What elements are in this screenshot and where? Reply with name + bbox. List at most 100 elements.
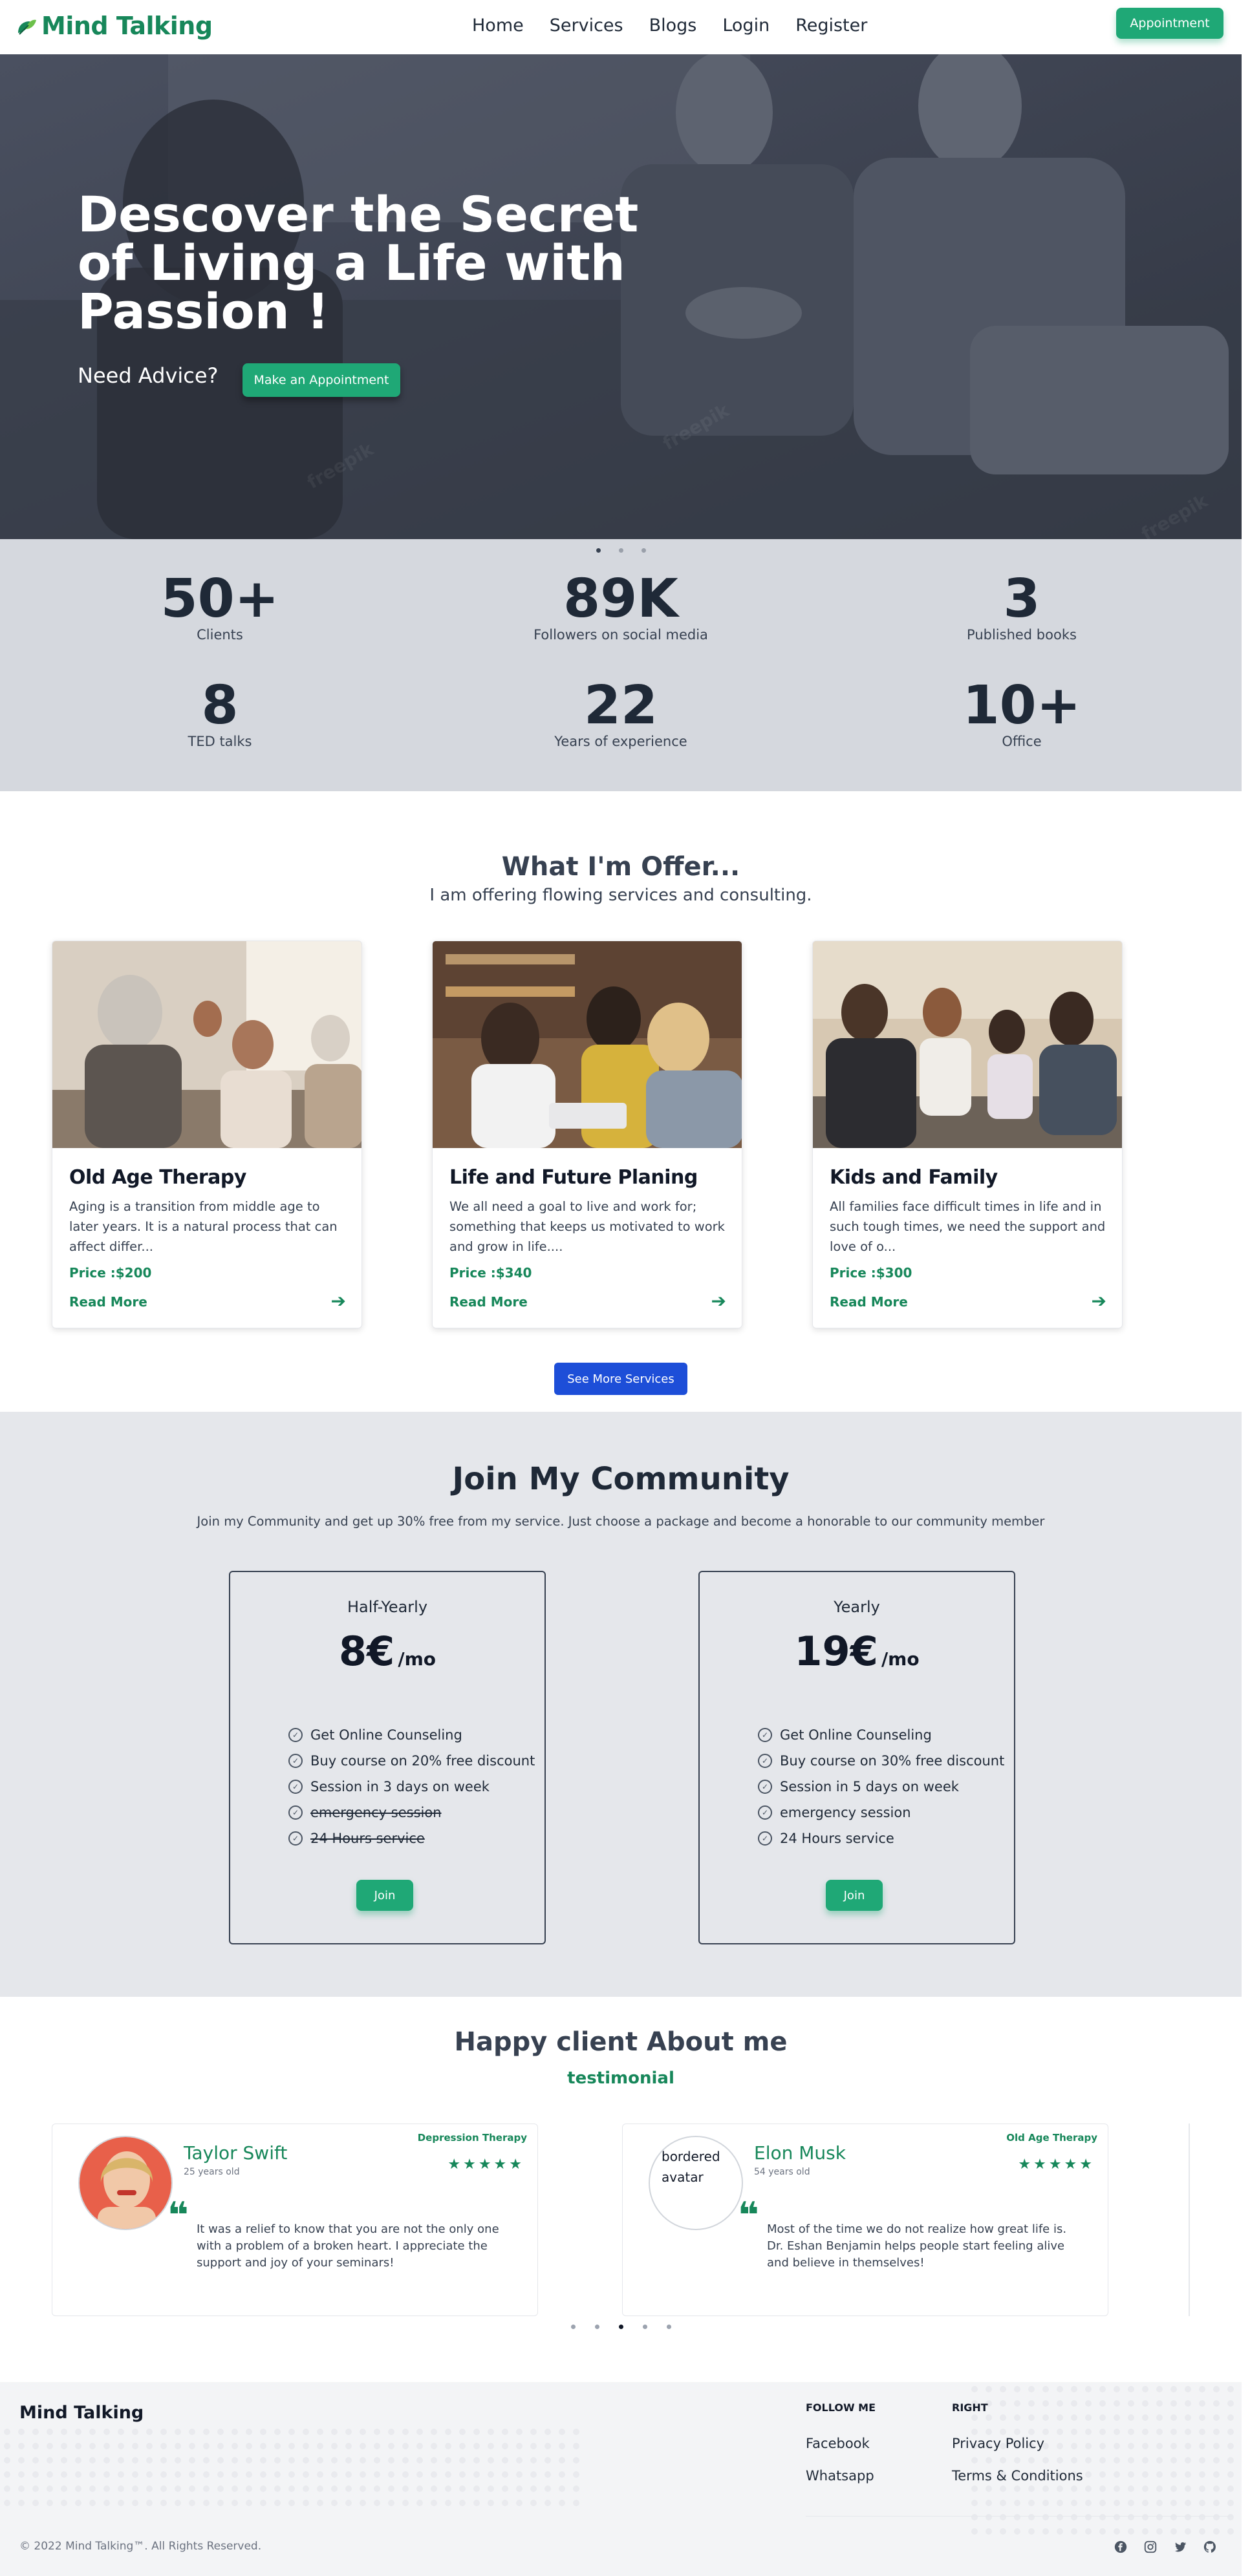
carousel-dot[interactable] (666, 2325, 671, 2329)
stat-office: 10+ Office (892, 675, 1151, 750)
service-title: Life and Future Planing (449, 1166, 698, 1189)
testimonial-card: bordered avatar Elon Musk 54 years old O… (622, 2124, 1108, 2316)
testimonial-card: Taylor Swift 25 years old Depression The… (52, 2124, 538, 2316)
check-circle-icon: ✓ (758, 1728, 772, 1742)
hero-carousel-dots (0, 548, 1242, 553)
plan-features: ✓ Get Online Counseling ✓ Buy course on 20… (288, 1722, 535, 1851)
service-description: All families face difficult times in lif… (830, 1199, 1106, 1254)
twitter-icon[interactable] (1173, 2540, 1187, 2554)
stats-section: 50+ Clients 89K Followers on social medi… (0, 539, 1242, 791)
stat-label: Published books (967, 627, 1077, 643)
stat-ted-talks: 8 TED talks (91, 675, 349, 750)
footer-link-privacy[interactable]: Privacy Policy (952, 2436, 1044, 2451)
testimonial-carousel-dots (0, 2325, 1242, 2329)
service-card: Kids and Family All families face diffic… (812, 941, 1123, 1328)
plan-feature: ✓ Buy course on 20% free discount (288, 1748, 535, 1774)
avatar-alt-text: bordered avatar (662, 2149, 720, 2185)
star-rating: ★★★★★ (447, 2156, 524, 2173)
services-subtitle: I am offering flowing services and consu… (429, 886, 812, 905)
plan-price: 8€ /mo (230, 1628, 544, 1675)
service-description: We all need a goal to live and work for;… (449, 1199, 725, 1254)
footer-right-heading: RIGHT (952, 2401, 988, 2414)
stat-label: Clients (197, 627, 243, 643)
feature-text: Session in 5 days on week (780, 1779, 959, 1794)
footer-divider (806, 2516, 1233, 2517)
carousel-dot[interactable] (642, 2325, 647, 2329)
nav-services[interactable]: Services (550, 16, 623, 36)
plan-feature: ✓ Get Online Counseling (758, 1722, 1004, 1748)
plan-feature: ✓ Buy course on 30% free discount (758, 1748, 1004, 1774)
plan-feature: ✓ Session in 3 days on week (288, 1774, 535, 1800)
quote-icon: ❝ (738, 2195, 759, 2237)
join-button[interactable]: Join (356, 1880, 413, 1911)
nav-home[interactable]: Home (472, 16, 524, 36)
feature-text: emergency session (780, 1805, 911, 1820)
nav-login[interactable]: Login (722, 16, 770, 36)
stat-value: 89K (563, 568, 678, 630)
read-more-link[interactable]: Read More (449, 1294, 528, 1310)
check-circle-icon: ✓ (288, 1831, 303, 1846)
carousel-dot[interactable] (594, 2325, 599, 2329)
leaf-logo-icon (18, 19, 36, 35)
service-price: Price :$340 (449, 1265, 532, 1281)
feature-text: Buy course on 30% free discount (780, 1753, 1005, 1769)
see-more-services-button[interactable]: See More Services (554, 1363, 687, 1395)
arrow-right-icon[interactable]: ➔ (1092, 1290, 1106, 1312)
carousel-dot[interactable] (641, 548, 646, 553)
plan-price-value: 19€ (794, 1628, 878, 1675)
footer-link-facebook[interactable]: Facebook (806, 2436, 870, 2451)
feature-text: Get Online Counseling (310, 1727, 462, 1743)
footer-follow-heading: FOLLOW ME (806, 2401, 876, 2414)
footer: Mind Talking FOLLOW ME Facebook Whatsapp… (0, 2382, 1242, 2576)
join-button[interactable]: Join (826, 1880, 883, 1911)
feature-text: emergency session (310, 1805, 442, 1820)
avatar: bordered avatar (649, 2136, 743, 2230)
service-description: Aging is a transition from middle age to… (69, 1199, 338, 1254)
appointment-button[interactable]: Appointment (1116, 8, 1223, 39)
nav-blogs[interactable]: Blogs (649, 16, 697, 36)
carousel-dot[interactable] (570, 2325, 576, 2329)
pricing-plan-half-yearly: Half-Yearly 8€ /mo ✓ Get Online Counselin… (229, 1571, 546, 1944)
service-price: Price :$300 (830, 1265, 912, 1281)
carousel-dot[interactable] (618, 2325, 623, 2329)
stat-label: Office (1002, 734, 1042, 749)
feature-text: Session in 3 days on week (310, 1779, 490, 1794)
service-image (813, 941, 1122, 1148)
hero-title: Descover the Secret of Living a Life wit… (78, 186, 639, 340)
carousel-dot[interactable] (618, 548, 623, 553)
facebook-icon[interactable] (1114, 2540, 1128, 2554)
read-more-link[interactable]: Read More (69, 1294, 147, 1310)
top-navbar: Mind Talking Home Services Blogs Login R… (0, 0, 1250, 54)
check-circle-icon: ✓ (288, 1780, 303, 1794)
plan-price-value: 8€ (338, 1628, 395, 1675)
service-title: Old Age Therapy (69, 1166, 246, 1189)
footer-brand: Mind Talking (19, 2403, 144, 2423)
plan-feature: ✓ Session in 5 days on week (758, 1774, 1004, 1800)
instagram-icon[interactable] (1143, 2540, 1158, 2554)
plan-price-period: /mo (398, 1648, 436, 1670)
arrow-right-icon[interactable]: ➔ (331, 1290, 346, 1312)
feature-text: Buy course on 20% free discount (310, 1753, 535, 1769)
nav-register[interactable]: Register (795, 16, 867, 36)
stat-value: 8 (201, 675, 239, 736)
footer-link-terms[interactable]: Terms & Conditions (952, 2468, 1083, 2484)
read-more-link[interactable]: Read More (830, 1294, 908, 1310)
plan-feature-excluded: ✓ 24 Hours service (288, 1826, 535, 1851)
avatar-photo (80, 2137, 171, 2229)
stat-label: TED talks (188, 734, 252, 749)
arrow-right-icon[interactable]: ➔ (711, 1290, 726, 1312)
stat-value: 10+ (962, 675, 1081, 736)
make-appointment-button[interactable]: Make an Appointment (242, 363, 400, 397)
footer-link-whatsapp[interactable]: Whatsapp (806, 2468, 874, 2484)
github-icon[interactable] (1203, 2540, 1217, 2554)
service-image (433, 941, 742, 1148)
stat-label: Years of experience (554, 734, 687, 749)
carousel-dot[interactable] (596, 548, 601, 553)
logo[interactable]: Mind Talking (16, 12, 213, 40)
check-circle-icon: ✓ (288, 1754, 303, 1768)
check-circle-icon: ✓ (758, 1780, 772, 1794)
stat-clients: 50+ Clients (91, 571, 349, 643)
plan-price-period: /mo (881, 1648, 920, 1670)
plan-price: 19€ /mo (700, 1628, 1014, 1675)
service-price: Price :$200 (69, 1265, 152, 1281)
